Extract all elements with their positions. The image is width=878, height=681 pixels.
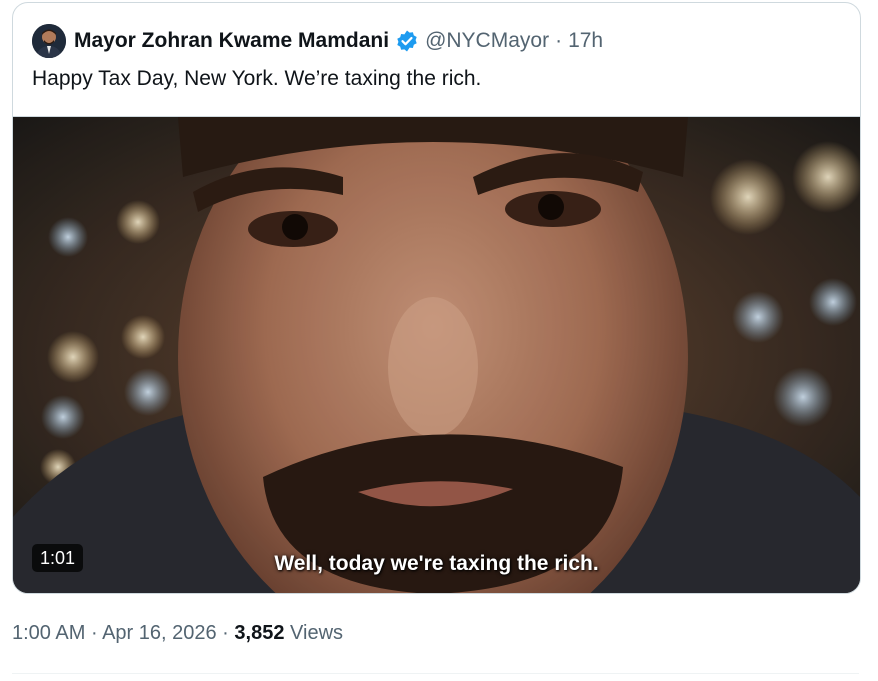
header-separator: ·	[555, 29, 563, 52]
author-handle[interactable]: @NYCMayor	[425, 29, 549, 53]
author-avatar[interactable]	[32, 24, 66, 58]
tweet-meta: 1:00 AM · Apr 16, 2026 · 3,852 Views	[12, 622, 343, 645]
meta-separator: ·	[222, 622, 229, 644]
tweet-card[interactable]: Mayor Zohran Kwame Mamdani @NYCMayor · 1…	[12, 2, 861, 594]
views-label: Views	[290, 622, 344, 644]
video-caption: Well, today we're taxing the rich.	[274, 552, 599, 575]
divider	[12, 673, 859, 674]
tweet-date[interactable]: Apr 16, 2026	[102, 622, 217, 644]
tweet-header: Mayor Zohran Kwame Mamdani @NYCMayor · 1…	[32, 23, 603, 59]
video-frame	[13, 117, 860, 593]
tweet-time[interactable]: 1:00 AM	[12, 622, 85, 644]
author-display-name[interactable]: Mayor Zohran Kwame Mamdani	[74, 29, 389, 53]
relative-timestamp[interactable]: 17h	[568, 29, 603, 53]
verified-badge-icon	[395, 29, 419, 53]
meta-separator: ·	[90, 622, 98, 644]
tweet-video[interactable]: 1:01 Well, today we're taxing the rich.	[13, 116, 860, 593]
tweet-text: Happy Tax Day, New York. We’re taxing th…	[32, 67, 482, 90]
views-count: 3,852	[234, 622, 285, 644]
